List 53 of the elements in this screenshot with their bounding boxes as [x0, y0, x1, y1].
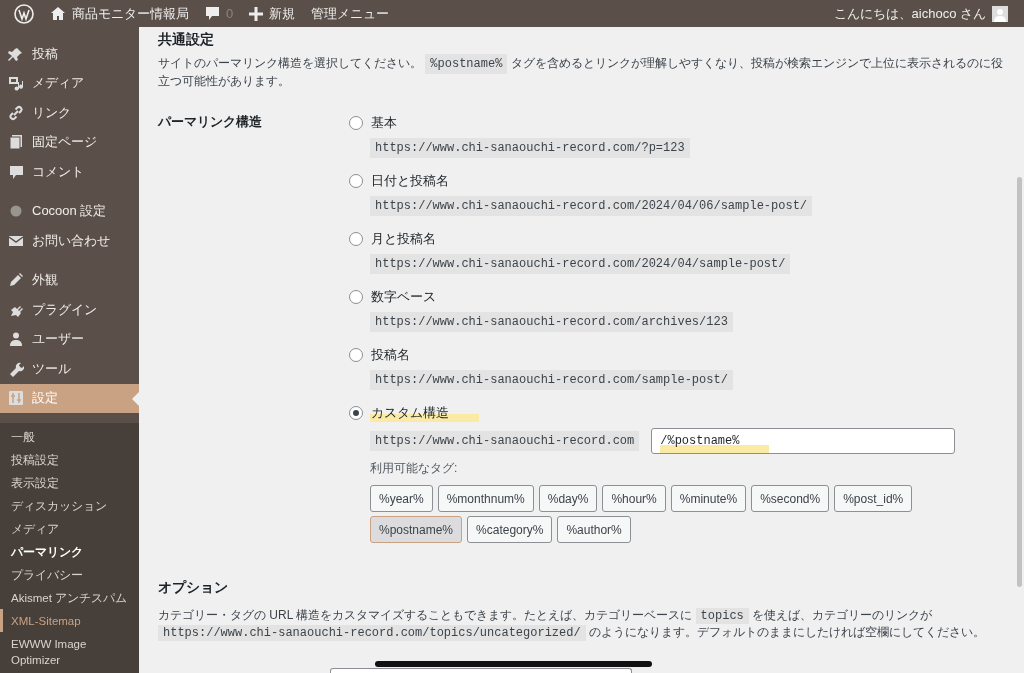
radio-option[interactable]: 基本 — [370, 114, 399, 132]
submenu-item[interactable]: メディア — [0, 517, 139, 540]
menu-item[interactable]: 固定ページ — [0, 127, 139, 157]
tag-button[interactable]: %monthnum% — [437, 485, 534, 512]
submenu-item[interactable]: 一般 — [0, 425, 139, 448]
menu-item[interactable]: 外観 — [0, 265, 139, 295]
tags-label: 利用可能なタグ: — [370, 460, 459, 477]
menu-item[interactable]: ユーザー — [0, 324, 139, 354]
intro-text: サイトのパーマリンク構造を選択してください。 %postname% タグを含めるとリンクが理解しやすくなり、投稿が検索エンジンで上位に表示されるのに役立つ可能性があります。 — [158, 55, 1004, 90]
base-url: https://www.chi-sanaouchi-record.com — [370, 431, 640, 451]
tag-button[interactable]: %year% — [370, 485, 433, 512]
radio-option[interactable]: 日付と投稿名 — [370, 172, 451, 190]
tag-button[interactable]: %post_id% — [834, 485, 913, 512]
submenu-item[interactable]: 表示設定 — [0, 471, 139, 494]
submenu-item[interactable]: ディスカッション — [0, 494, 139, 517]
tag-button[interactable]: %postname% — [370, 516, 463, 543]
example-url: https://www.chi-sanaouchi-record.com/2024/04/06/sample-post/ — [370, 196, 813, 216]
tag-button[interactable]: %category% — [467, 516, 553, 543]
tag-button[interactable]: %second% — [751, 485, 830, 512]
submenu-item[interactable]: EWWW Image Optimizer — [0, 632, 139, 671]
account-link[interactable]: こんにちは、aichoco さん — [825, 0, 1016, 27]
field-label: パーマリンク構造 — [158, 114, 263, 131]
radio-option[interactable]: 月と投稿名 — [370, 230, 438, 248]
custom-structure-field[interactable]: /%postname% — [651, 428, 956, 454]
menu-item[interactable]: コメント — [0, 157, 139, 187]
example-url: https://www.chi-sanaouchi-record.com/sample-post/ — [370, 370, 733, 390]
submenu-item[interactable]: プライバシー — [0, 563, 139, 586]
radio-option[interactable]: 数字ベース — [370, 288, 438, 306]
example-url: https://www.chi-sanaouchi-record.com/?p=123 — [370, 138, 690, 158]
site-name-link[interactable]: 商品モニター情報局 — [42, 0, 197, 27]
section-heading: オプション — [158, 579, 229, 597]
tag-button[interactable]: %day% — [538, 485, 598, 512]
options-text: カテゴリー・タグの URL 構造をカスタマイズすることもできます。たとえば、カテゴリーベースに topics を使えば、カテゴリーのリンクが https://www.chi-sanaouchi-record.com/topics/uncategorized/ のようになります。デフォルトのままにしたければ空欄にしてください。 — [158, 607, 986, 641]
menu-item[interactable]: プラグイン — [0, 295, 139, 325]
menu-item[interactable]: メディア — [0, 68, 139, 98]
menu-item[interactable]: 投稿 — [0, 39, 139, 69]
example-url: https://www.chi-sanaouchi-record.com/archives/123 — [370, 312, 733, 332]
submenu-item[interactable]: Akismet アンチスパム — [0, 586, 139, 609]
menu-item[interactable]: お問い合わせ — [0, 226, 139, 256]
menu-item[interactable]: ツール — [0, 354, 139, 384]
new-link[interactable]: 新規 — [241, 0, 304, 27]
tag-button[interactable]: %author% — [557, 516, 631, 543]
submenu-item[interactable]: 投稿設定 — [0, 448, 139, 471]
menu-item[interactable]: Cocoon 設定 — [0, 196, 139, 226]
tag-button[interactable]: %minute% — [670, 485, 747, 512]
section-heading: 共通設定 — [158, 30, 215, 48]
tag-button[interactable]: %hour% — [602, 485, 666, 512]
submenu-item[interactable]: XML-Sitemap — [0, 609, 139, 632]
radio-option[interactable]: 投稿名 — [370, 346, 412, 364]
admin-menu-link[interactable]: 管理メニュー — [303, 0, 398, 27]
example-url: https://www.chi-sanaouchi-record.com/2024/04/sample-post/ — [370, 254, 791, 274]
submenu-item[interactable]: パーマリンク — [0, 540, 139, 563]
menu-item[interactable]: リンク — [0, 98, 139, 128]
